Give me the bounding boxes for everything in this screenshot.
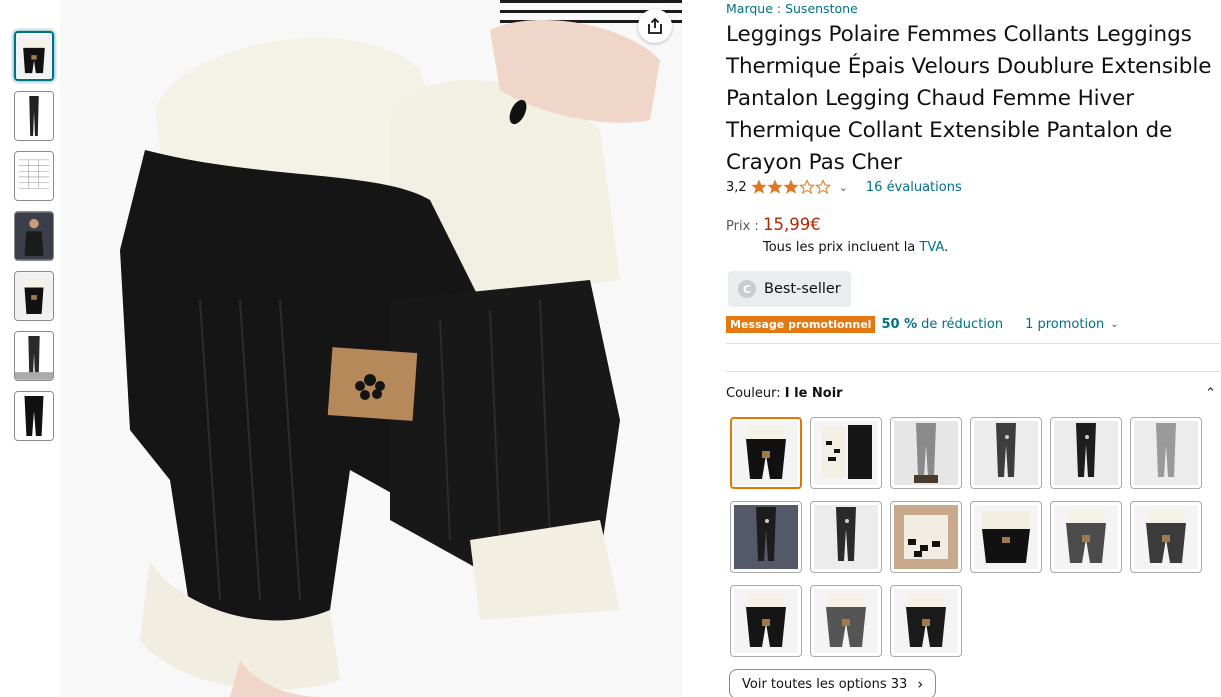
share-icon: [648, 17, 662, 34]
thumbnail-2[interactable]: [14, 91, 54, 141]
star-icon: [767, 179, 783, 194]
thumbnail-5[interactable]: [14, 271, 54, 321]
color-swatch[interactable]: [810, 585, 882, 657]
color-swatch[interactable]: [810, 501, 882, 573]
chevron-down-icon[interactable]: ⌄: [839, 181, 848, 194]
thumbnail-4[interactable]: [14, 211, 54, 261]
price-label: Prix :: [726, 219, 759, 234]
price-value: 15,99€: [763, 215, 821, 234]
color-swatch[interactable]: [810, 417, 882, 489]
color-swatch[interactable]: [890, 417, 962, 489]
star-icon: [783, 179, 799, 194]
chevron-right-icon: ›: [917, 675, 924, 693]
promo-row: Message promotionnel 50 % de réduction 1…: [726, 316, 1119, 333]
rating-row: 3,2 ⌄ 16 évaluations: [726, 179, 962, 195]
bestseller-badge[interactable]: C Best-seller: [728, 271, 851, 307]
promo-badge: Message promotionnel: [726, 316, 876, 333]
thumbnail-1[interactable]: [14, 31, 54, 81]
color-swatch[interactable]: [730, 501, 802, 573]
see-all-options-button[interactable]: Voir toutes les options 33 ›: [729, 669, 937, 697]
color-swatch[interactable]: [1130, 501, 1202, 573]
tva-suffix: .: [944, 240, 949, 255]
color-swatch[interactable]: [1050, 417, 1122, 489]
chevron-up-icon[interactable]: ⌃: [1205, 386, 1216, 401]
tva-note: Tous les prix incluent la TVA.: [763, 240, 948, 255]
color-swatch[interactable]: [890, 585, 962, 657]
bestseller-label: Best-seller: [764, 281, 841, 297]
thumbnail-3[interactable]: [14, 151, 54, 201]
tva-prefix: Tous les prix incluent la: [763, 240, 920, 255]
share-button[interactable]: [638, 9, 672, 43]
product-title: Leggings Polaire Femmes Collants Legging…: [726, 22, 1212, 175]
promotion-link[interactable]: 1 promotion: [1025, 317, 1104, 332]
color-swatch[interactable]: [730, 585, 802, 657]
color-swatch[interactable]: [970, 417, 1042, 489]
color-swatch[interactable]: [1130, 417, 1202, 489]
main-product-image[interactable]: [60, 0, 682, 697]
color-swatch[interactable]: [970, 501, 1042, 573]
star-rating[interactable]: [751, 179, 831, 195]
divider: [726, 343, 1220, 344]
color-swatch[interactable]: [890, 501, 962, 573]
tva-link[interactable]: TVA: [919, 240, 944, 255]
thumbnail-rail: [14, 31, 54, 451]
color-swatch[interactable]: [1050, 501, 1122, 573]
divider: [726, 371, 1220, 372]
star-icon: [798, 179, 815, 195]
chevron-down-icon[interactable]: ⌄: [1110, 319, 1118, 330]
price-row: Prix : 15,99€: [726, 215, 821, 234]
promo-text: de réduction: [921, 317, 1004, 332]
reviews-link[interactable]: 16 évaluations: [866, 180, 962, 195]
color-swatch[interactable]: [730, 417, 802, 489]
star-icon: [814, 179, 831, 195]
thumbnail-6[interactable]: [14, 331, 54, 381]
color-value: I le Noir: [784, 386, 843, 401]
thumbnail-7[interactable]: [14, 391, 54, 441]
brand-link[interactable]: Marque : Susenstone: [726, 0, 858, 18]
promo-percent: 50 %: [881, 317, 918, 332]
bestseller-icon: C: [738, 280, 756, 298]
see-all-label: Voir toutes les options 33: [742, 676, 908, 692]
color-selector-header[interactable]: Couleur: I le Noir ⌃: [726, 386, 1220, 401]
star-icon: [751, 179, 767, 194]
color-label: Couleur: I le Noir: [726, 386, 843, 401]
rating-value: 3,2: [726, 179, 747, 195]
